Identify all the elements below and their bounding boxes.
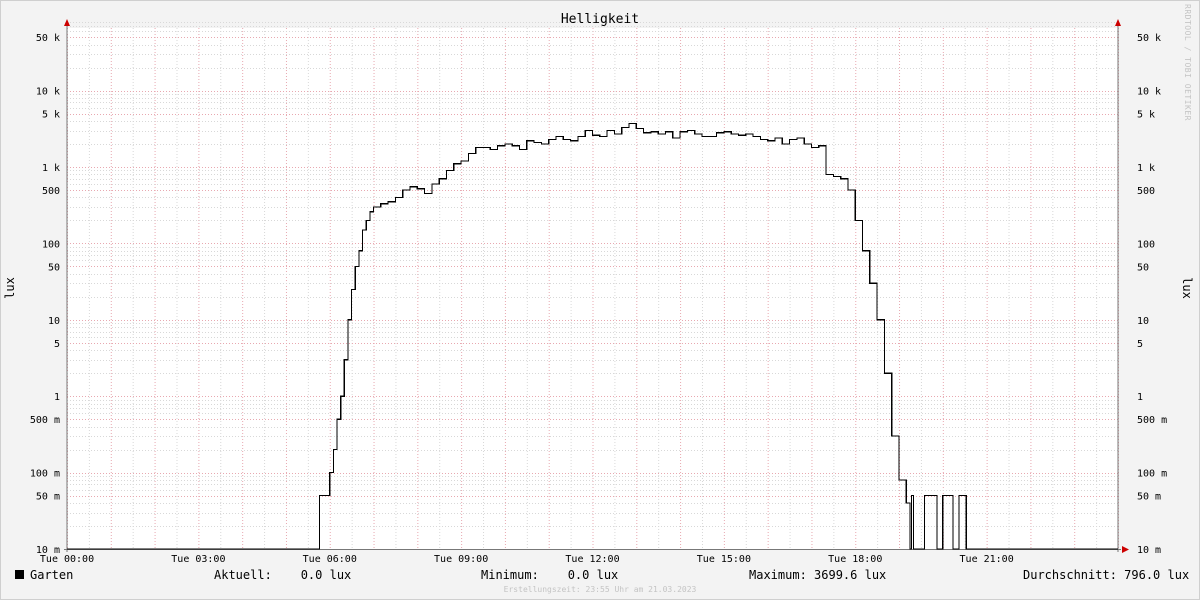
x-tick-label: Tue 06:00	[303, 554, 357, 565]
creation-time: Erstellungszeit: 23:55 Uhr am 21.03.2023	[503, 585, 697, 594]
legend-minimum: Minimum: 0.0 lux	[481, 568, 619, 582]
y-tick-label-right: 1	[1137, 392, 1143, 403]
y-axis-label-right: lux	[1180, 277, 1194, 299]
y-tick-label-right: 100 m	[1137, 469, 1167, 480]
x-tick-label: Tue 09:00	[434, 554, 488, 565]
y-tick-label-right: 100	[1137, 239, 1155, 250]
y-tick-label-left: 500 m	[30, 415, 60, 426]
x-axis-arrow	[1122, 546, 1129, 553]
y-tick-label-right: 10 k	[1137, 87, 1161, 98]
y-tick-label-right: 5	[1137, 339, 1143, 350]
y-axis-arrow-left	[64, 19, 70, 26]
y-axis-arrow-right	[1115, 19, 1121, 26]
rrdtool-watermark: RRDTOOL / TOBI OETIKER	[1183, 4, 1192, 121]
y-tick-label-left: 100 m	[30, 469, 60, 480]
y-axis-label-left: lux	[3, 277, 17, 299]
legend-average: Durchschnitt: 796.0 lux	[1023, 568, 1190, 582]
y-tick-label-right: 50 m	[1137, 492, 1161, 503]
legend-swatch	[15, 570, 24, 579]
legend-maximum: Maximum: 3699.6 lux	[749, 568, 887, 582]
x-tick-label: Tue 15:00	[697, 554, 751, 565]
y-tick-label-left: 50	[48, 262, 60, 273]
x-tick-label: Tue 18:00	[828, 554, 882, 565]
y-tick-label-right: 500	[1137, 186, 1155, 197]
y-tick-label-left: 1	[54, 392, 60, 403]
y-tick-label-left: 10 k	[36, 87, 60, 98]
y-tick-label-left: 500	[42, 186, 60, 197]
x-tick-labels: Tue 00:00 Tue 03:00 Tue 06:00 Tue 09:00 Tue …	[40, 554, 1014, 565]
y-tick-label-right: 10	[1137, 316, 1149, 327]
x-tick-label: Tue 03:00	[171, 554, 225, 565]
y-tick-label-right: 50 k	[1137, 33, 1161, 44]
y-tick-label-right: 10 m	[1137, 545, 1161, 556]
x-tick-label: Tue 00:00	[40, 554, 94, 565]
chart-title: Helligkeit	[561, 12, 639, 27]
y-tick-label-left: 50 m	[36, 492, 60, 503]
y-tick-label-left: 1 k	[42, 163, 60, 174]
legend-series-name: Garten	[30, 568, 74, 582]
y-tick-label-right: 50	[1137, 262, 1149, 273]
x-tick-label: Tue 21:00	[960, 554, 1014, 565]
y-tick-label-left: 10	[48, 316, 60, 327]
y-tick-label-left: 5 k	[42, 110, 60, 121]
y-tick-label-left: 5	[54, 339, 60, 350]
y-tick-label-right: 1 k	[1137, 163, 1155, 174]
brightness-chart: Helligkeit lux lux 10 m 10 m50 m 50 m100 m…	[3, 12, 1194, 565]
x-tick-label: Tue 12:00	[565, 554, 619, 565]
y-tick-label-left: 50 k	[36, 33, 60, 44]
y-tick-label-left: 100	[42, 239, 60, 250]
legend-current: Aktuell: 0.0 lux	[214, 568, 352, 582]
y-tick-label-right: 500 m	[1137, 415, 1167, 426]
y-tick-label-right: 5 k	[1137, 110, 1155, 121]
